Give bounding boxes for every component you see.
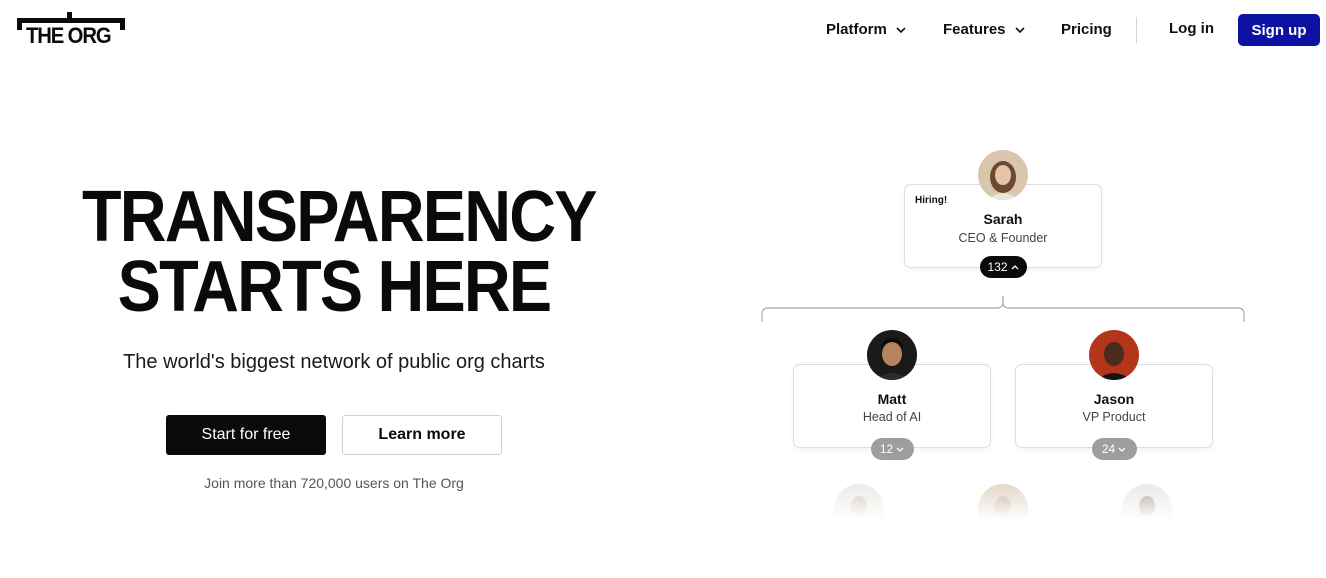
org-card-role: Head of AI [862,410,922,424]
hero-title-line1: TRANSPARENCY [82,177,597,257]
chevron-down-icon [896,447,904,452]
nav-pricing-label: Pricing [1061,21,1112,38]
learn-more-button[interactable]: Learn more [342,415,502,455]
org-card-name: Sarah [983,211,1023,227]
hiring-badge: Hiring! [915,195,948,206]
reports-toggle-ceo[interactable]: 132 [980,256,1027,278]
reports-toggle-matt[interactable]: 12 [871,438,914,460]
org-card-role: VP Product [1082,410,1146,424]
hero-subtitle: The world's biggest network of public or… [123,351,545,373]
avatar-jason [1089,330,1139,380]
reports-count: 12 [879,442,894,456]
the-org-logo[interactable]: THE ORG [17,12,125,48]
org-card-name: Matt [877,391,907,407]
nav-pricing[interactable]: Pricing [1061,21,1112,38]
reports-toggle-jason[interactable]: 24 [1092,438,1137,460]
nav-divider [1136,17,1137,43]
login-link[interactable]: Log in [1169,20,1214,37]
logo-bar-left [17,18,22,30]
logo-bar-right [120,18,125,30]
hero-title: TRANSPARENCY STARTS HERE [82,177,597,327]
join-text: Join more than 720,000 users on The Org [204,475,464,491]
org-connector-lines [761,296,1245,322]
nav-platform-label: Platform [826,21,887,38]
nav-features-label: Features [943,21,1006,38]
hero-title-line2: STARTS HERE [117,247,552,327]
chevron-down-icon [896,26,906,33]
reports-count: 24 [1101,442,1116,456]
signup-button[interactable]: Sign up [1238,14,1320,46]
reports-count: 132 [987,260,1008,274]
org-card-role: CEO & Founder [958,231,1048,245]
avatar-sarah [978,150,1028,200]
org-card-name: Jason [1093,391,1135,407]
chevron-up-icon [1011,265,1018,270]
logo-text: THE ORG [26,23,112,48]
chevron-down-icon [1014,26,1025,33]
start-for-free-button[interactable]: Start for free [166,415,326,455]
nav-features[interactable]: Features [943,21,1026,38]
chart-fade-overlay [780,480,1260,520]
avatar-matt [867,330,917,380]
nav-platform[interactable]: Platform [826,21,907,38]
chevron-down-icon [1118,447,1126,452]
